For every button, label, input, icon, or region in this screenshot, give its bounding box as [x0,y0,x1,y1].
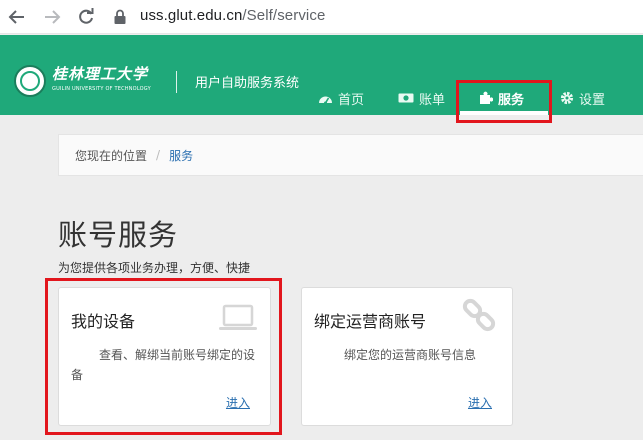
nav-bill-label: 账单 [419,92,446,108]
card-title: 绑定运营商账号 [314,312,427,331]
url-host: uss.glut.edu.cn [140,7,243,24]
page-title: 账号服务 [58,218,179,252]
address-bar[interactable]: uss.glut.edu.cn/Self/service [140,7,325,24]
breadcrumb-service-link[interactable]: 服务 [169,147,193,164]
devices-card-highlight-box [45,278,282,435]
browser-toolbar: uss.glut.edu.cn/Self/service [0,0,643,34]
service-nav-highlight-box [456,80,552,123]
dashboard-icon [319,96,332,104]
arrow-right-icon [45,10,61,24]
breadcrumb: 您现在的位置 / 服务 [58,134,643,176]
header-divider [176,71,177,93]
breadcrumb-location-label: 您现在的位置 [75,148,148,163]
logo-chinese-name: 桂林理工大学 [52,65,149,83]
system-title: 用户自助服务系统 [195,76,300,91]
money-bill-icon [398,93,414,103]
university-logo[interactable]: 桂林理工大学 GUILIN UNIVERSITY OF TECHNOLOGY [52,65,151,93]
nav-bill[interactable]: 账单 [398,89,446,108]
nav-home-label: 首页 [338,92,365,108]
link-chain-icon [462,298,496,332]
card-bind-carrier-account[interactable]: 绑定运营商账号 绑定您的运营商账号信息 进入 [301,287,513,426]
nav-settings[interactable]: 设置 [560,89,606,108]
forward-button[interactable] [40,5,64,29]
nav-settings-label: 设置 [579,92,606,108]
enter-bind-carrier-link[interactable]: 进入 [468,394,492,411]
reload-icon [79,8,94,24]
page-subtitle: 为您提供各项业务办理，方便、快捷 [58,261,251,275]
university-emblem-icon [14,65,46,97]
back-button[interactable] [5,5,29,29]
arrow-left-icon [8,10,24,24]
reload-button[interactable] [74,5,98,29]
breadcrumb-separator: / [156,148,161,162]
gear-icon [560,91,574,105]
card-description: 绑定您的运营商账号信息 [344,348,477,362]
logo-english-name: GUILIN UNIVERSITY OF TECHNOLOGY [52,86,151,92]
url-path: /Self/service [242,7,326,24]
lock-icon [114,9,126,24]
nav-home[interactable]: 首页 [318,89,365,108]
